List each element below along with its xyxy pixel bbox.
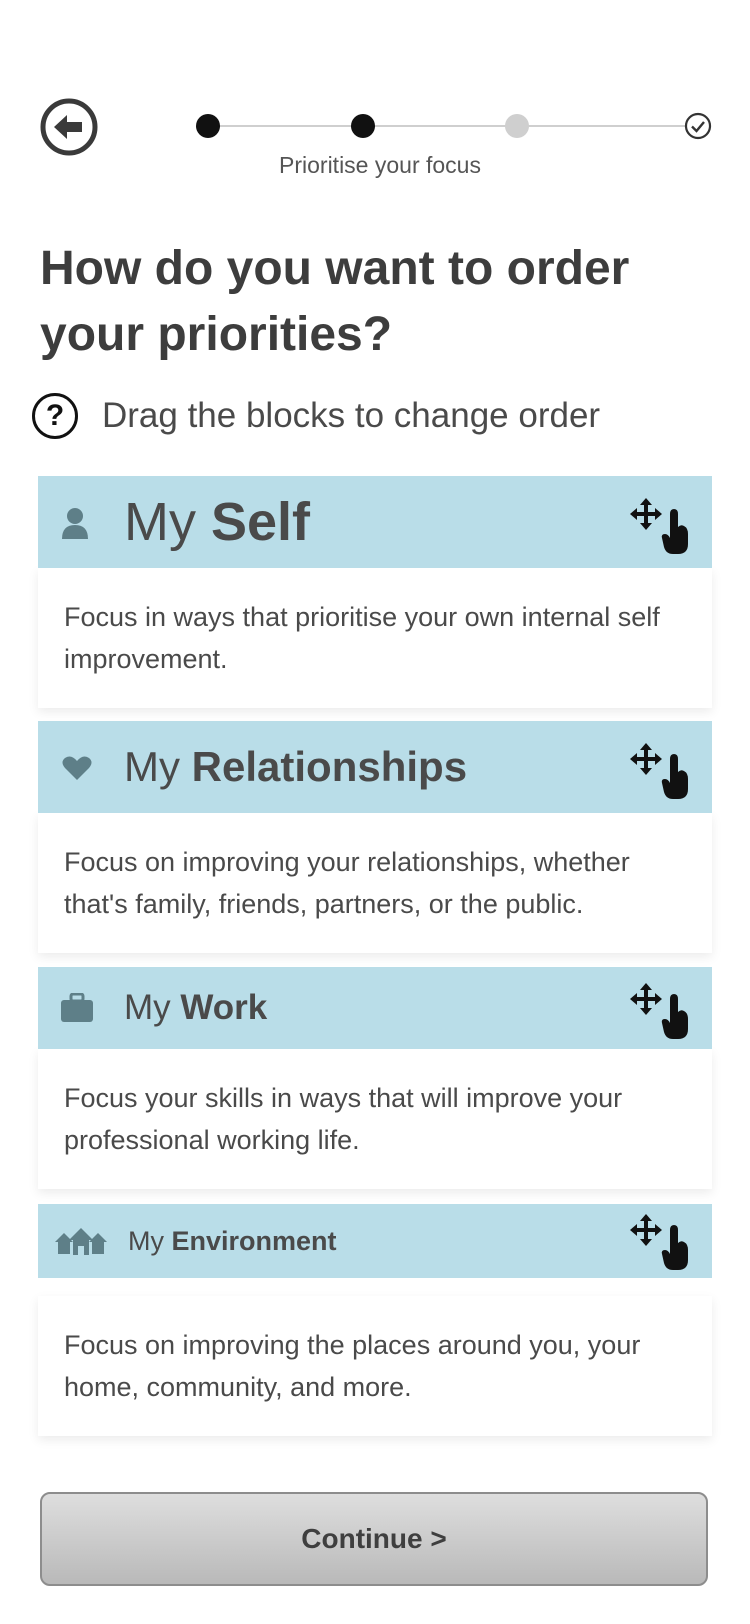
card-header[interactable]: My Work bbox=[38, 967, 712, 1049]
card-description: Focus your skills in ways that will impr… bbox=[38, 1049, 712, 1189]
priority-card-relationships[interactable]: My Relationships Focus on improving your… bbox=[38, 721, 712, 953]
progress-stepper bbox=[190, 108, 720, 144]
card-description: Focus in ways that prioritise your own i… bbox=[38, 568, 712, 708]
card-title: My Relationships bbox=[124, 743, 468, 790]
card-title: My Work bbox=[124, 988, 268, 1027]
priority-card-work[interactable]: My Work Focus your skills in ways that w… bbox=[38, 967, 712, 1189]
arrow-left-circle-icon bbox=[40, 98, 98, 156]
progress-track bbox=[208, 125, 698, 127]
drag-handle-icon[interactable] bbox=[626, 739, 698, 803]
briefcase-icon bbox=[61, 993, 93, 1022]
card-description: Focus on improving your relationships, w… bbox=[38, 813, 712, 953]
hint-text: Drag the blocks to change order bbox=[102, 396, 601, 435]
drag-handle-icon[interactable] bbox=[626, 494, 698, 558]
priority-card-environment[interactable]: My Environment Focus on improving the pl… bbox=[38, 1204, 712, 1436]
card-title: My Environment bbox=[128, 1225, 337, 1256]
progress-step-1 bbox=[196, 114, 220, 138]
drag-handle-icon[interactable] bbox=[626, 979, 698, 1043]
card-title: My Self bbox=[124, 492, 311, 552]
progress-step-2 bbox=[351, 114, 375, 138]
card-description: Focus on improving the places around you… bbox=[38, 1296, 712, 1436]
person-icon bbox=[62, 508, 88, 539]
back-button[interactable] bbox=[40, 98, 98, 156]
step-label: Prioritise your focus bbox=[279, 152, 481, 178]
heart-icon bbox=[62, 756, 92, 780]
progress-step-3 bbox=[505, 114, 529, 138]
question-circle-icon[interactable]: ? bbox=[32, 393, 78, 439]
drag-handle-icon[interactable] bbox=[626, 1210, 698, 1274]
drag-hint: ? Drag the blocks to change order bbox=[32, 388, 600, 444]
continue-button[interactable]: Continue > bbox=[40, 1492, 708, 1586]
card-header[interactable]: My Self bbox=[38, 476, 712, 568]
card-header[interactable]: My Relationships bbox=[38, 721, 712, 813]
priority-card-self[interactable]: My Self Focus in ways that prioritise yo… bbox=[38, 476, 712, 708]
houses-icon bbox=[55, 1228, 107, 1255]
page-title: How do you want to order your priorities… bbox=[40, 242, 630, 361]
check-circle-icon bbox=[684, 112, 712, 140]
card-header[interactable]: My Environment bbox=[38, 1204, 712, 1278]
